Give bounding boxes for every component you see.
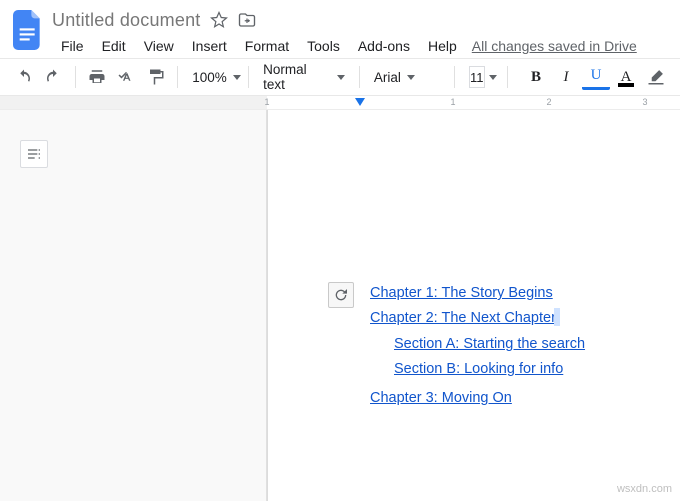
menu-format[interactable]: Format: [236, 34, 298, 58]
text-color-button[interactable]: A: [612, 64, 640, 90]
menu-insert[interactable]: Insert: [183, 34, 236, 58]
highlight-button[interactable]: [642, 64, 670, 90]
menu-help[interactable]: Help: [419, 34, 466, 58]
paragraph-style-dropdown[interactable]: Normal text: [257, 63, 351, 91]
chevron-down-icon: [489, 75, 497, 80]
watermark: wsxdn.com: [617, 483, 672, 495]
table-of-contents: Chapter 1: The Story Begins Chapter 2: T…: [328, 282, 680, 412]
toc-link[interactable]: Chapter 2: The Next Chapter: [370, 310, 556, 326]
menubar: File Edit View Insert Format Tools Add-o…: [52, 34, 670, 58]
menu-view[interactable]: View: [135, 34, 183, 58]
separator: [454, 66, 455, 88]
star-icon[interactable]: [210, 11, 228, 29]
ruler-number: 1: [450, 97, 455, 107]
zoom-value: 100%: [192, 70, 227, 85]
separator: [248, 66, 249, 88]
menu-tools[interactable]: Tools: [298, 34, 349, 58]
toc-link[interactable]: Chapter 1: The Story Begins: [370, 285, 553, 301]
document-title[interactable]: Untitled document: [52, 10, 200, 31]
move-icon[interactable]: [238, 11, 256, 29]
chevron-down-icon: [233, 75, 241, 80]
undo-button[interactable]: [10, 63, 37, 91]
left-pane: [0, 110, 267, 501]
font-value: Arial: [374, 70, 401, 85]
separator: [359, 66, 360, 88]
ruler[interactable]: 1 1 2 3: [0, 96, 680, 110]
toc-link[interactable]: Section A: Starting the search: [394, 336, 585, 352]
font-dropdown[interactable]: Arial: [368, 63, 446, 91]
italic-button[interactable]: I: [552, 64, 580, 90]
toc-link[interactable]: Section B: Looking for info: [394, 361, 563, 377]
separator: [75, 66, 76, 88]
menu-file[interactable]: File: [52, 34, 93, 58]
bold-button[interactable]: B: [522, 64, 550, 90]
ruler-number: 2: [546, 97, 551, 107]
ruler-number: 1: [264, 97, 269, 107]
separator: [177, 66, 178, 88]
chevron-down-icon: [407, 75, 415, 80]
ruler-number: 3: [642, 97, 647, 107]
redo-button[interactable]: [39, 63, 66, 91]
underline-button[interactable]: U: [582, 64, 610, 90]
document-page[interactable]: Chapter 1: The Story Begins Chapter 2: T…: [267, 110, 680, 501]
toolbar: 100% Normal text Arial 11 B I U A: [0, 58, 680, 96]
spellcheck-button[interactable]: [113, 63, 140, 91]
zoom-dropdown[interactable]: 100%: [186, 63, 240, 91]
font-size-value: 11: [469, 66, 485, 88]
menu-addons[interactable]: Add-ons: [349, 34, 419, 58]
print-button[interactable]: [83, 63, 110, 91]
menu-edit[interactable]: Edit: [93, 34, 135, 58]
font-size-dropdown[interactable]: 11: [463, 63, 499, 91]
outline-toggle-button[interactable]: [20, 140, 48, 168]
indent-marker[interactable]: [355, 98, 365, 108]
text-cursor: [554, 308, 560, 326]
separator: [507, 66, 508, 88]
save-status[interactable]: All changes saved in Drive: [472, 34, 637, 58]
style-value: Normal text: [263, 62, 331, 92]
paint-format-button[interactable]: [142, 63, 169, 91]
toc-link[interactable]: Chapter 3: Moving On: [370, 390, 512, 406]
docs-logo[interactable]: [10, 8, 46, 52]
toc-refresh-button[interactable]: [328, 282, 354, 308]
chevron-down-icon: [337, 75, 345, 80]
